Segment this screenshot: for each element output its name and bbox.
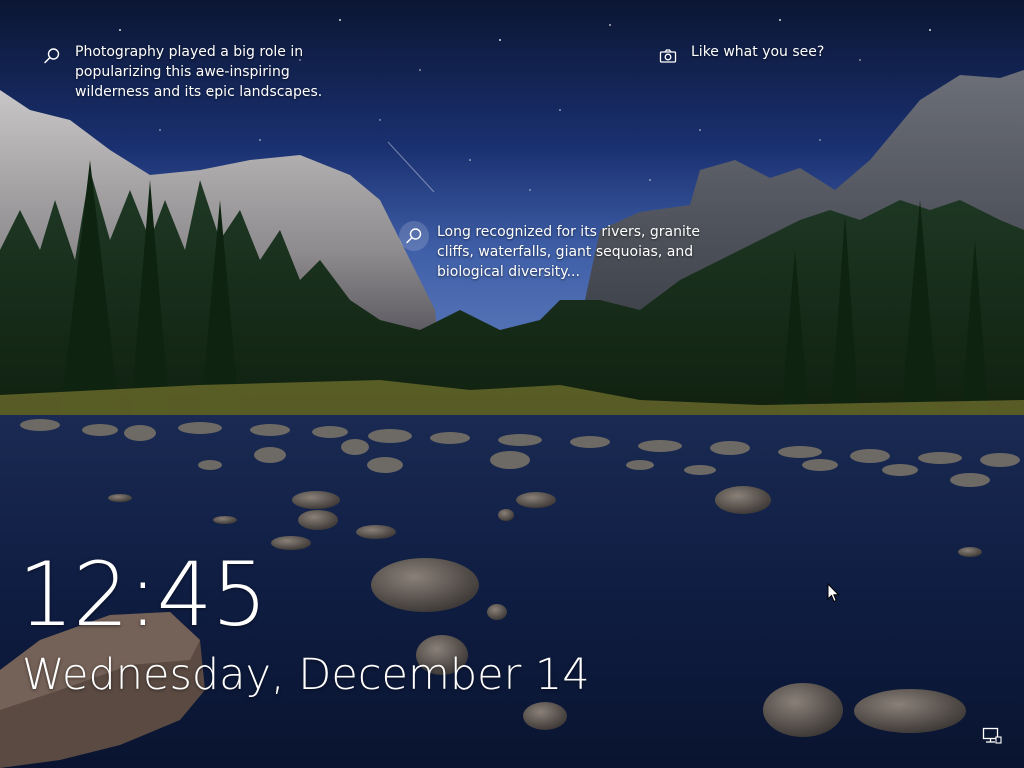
spotlight-hint-2-text: Long recognized for its rivers, granite … <box>437 224 701 280</box>
like-what-you-see-label: Like what you see? <box>691 44 825 60</box>
camera-icon <box>653 41 683 71</box>
mouse-cursor-icon <box>827 582 840 603</box>
like-what-you-see-button[interactable]: Like what you see? <box>653 41 824 71</box>
spotlight-hint-1[interactable]: Photography played a big role in popular… <box>37 41 322 102</box>
lock-screen-date: Wednesday, December 14 <box>22 650 590 700</box>
spotlight-hint-2[interactable]: Long recognized for its rivers, granite … <box>399 221 700 282</box>
search-icon <box>37 41 67 71</box>
lock-screen-time: 12:45 <box>18 543 268 646</box>
network-icon[interactable] <box>982 727 1002 745</box>
search-icon <box>399 221 429 251</box>
spotlight-hint-1-text: Photography played a big role in popular… <box>75 44 323 100</box>
lock-screen[interactable]: Photography played a big role in popular… <box>0 0 1024 768</box>
